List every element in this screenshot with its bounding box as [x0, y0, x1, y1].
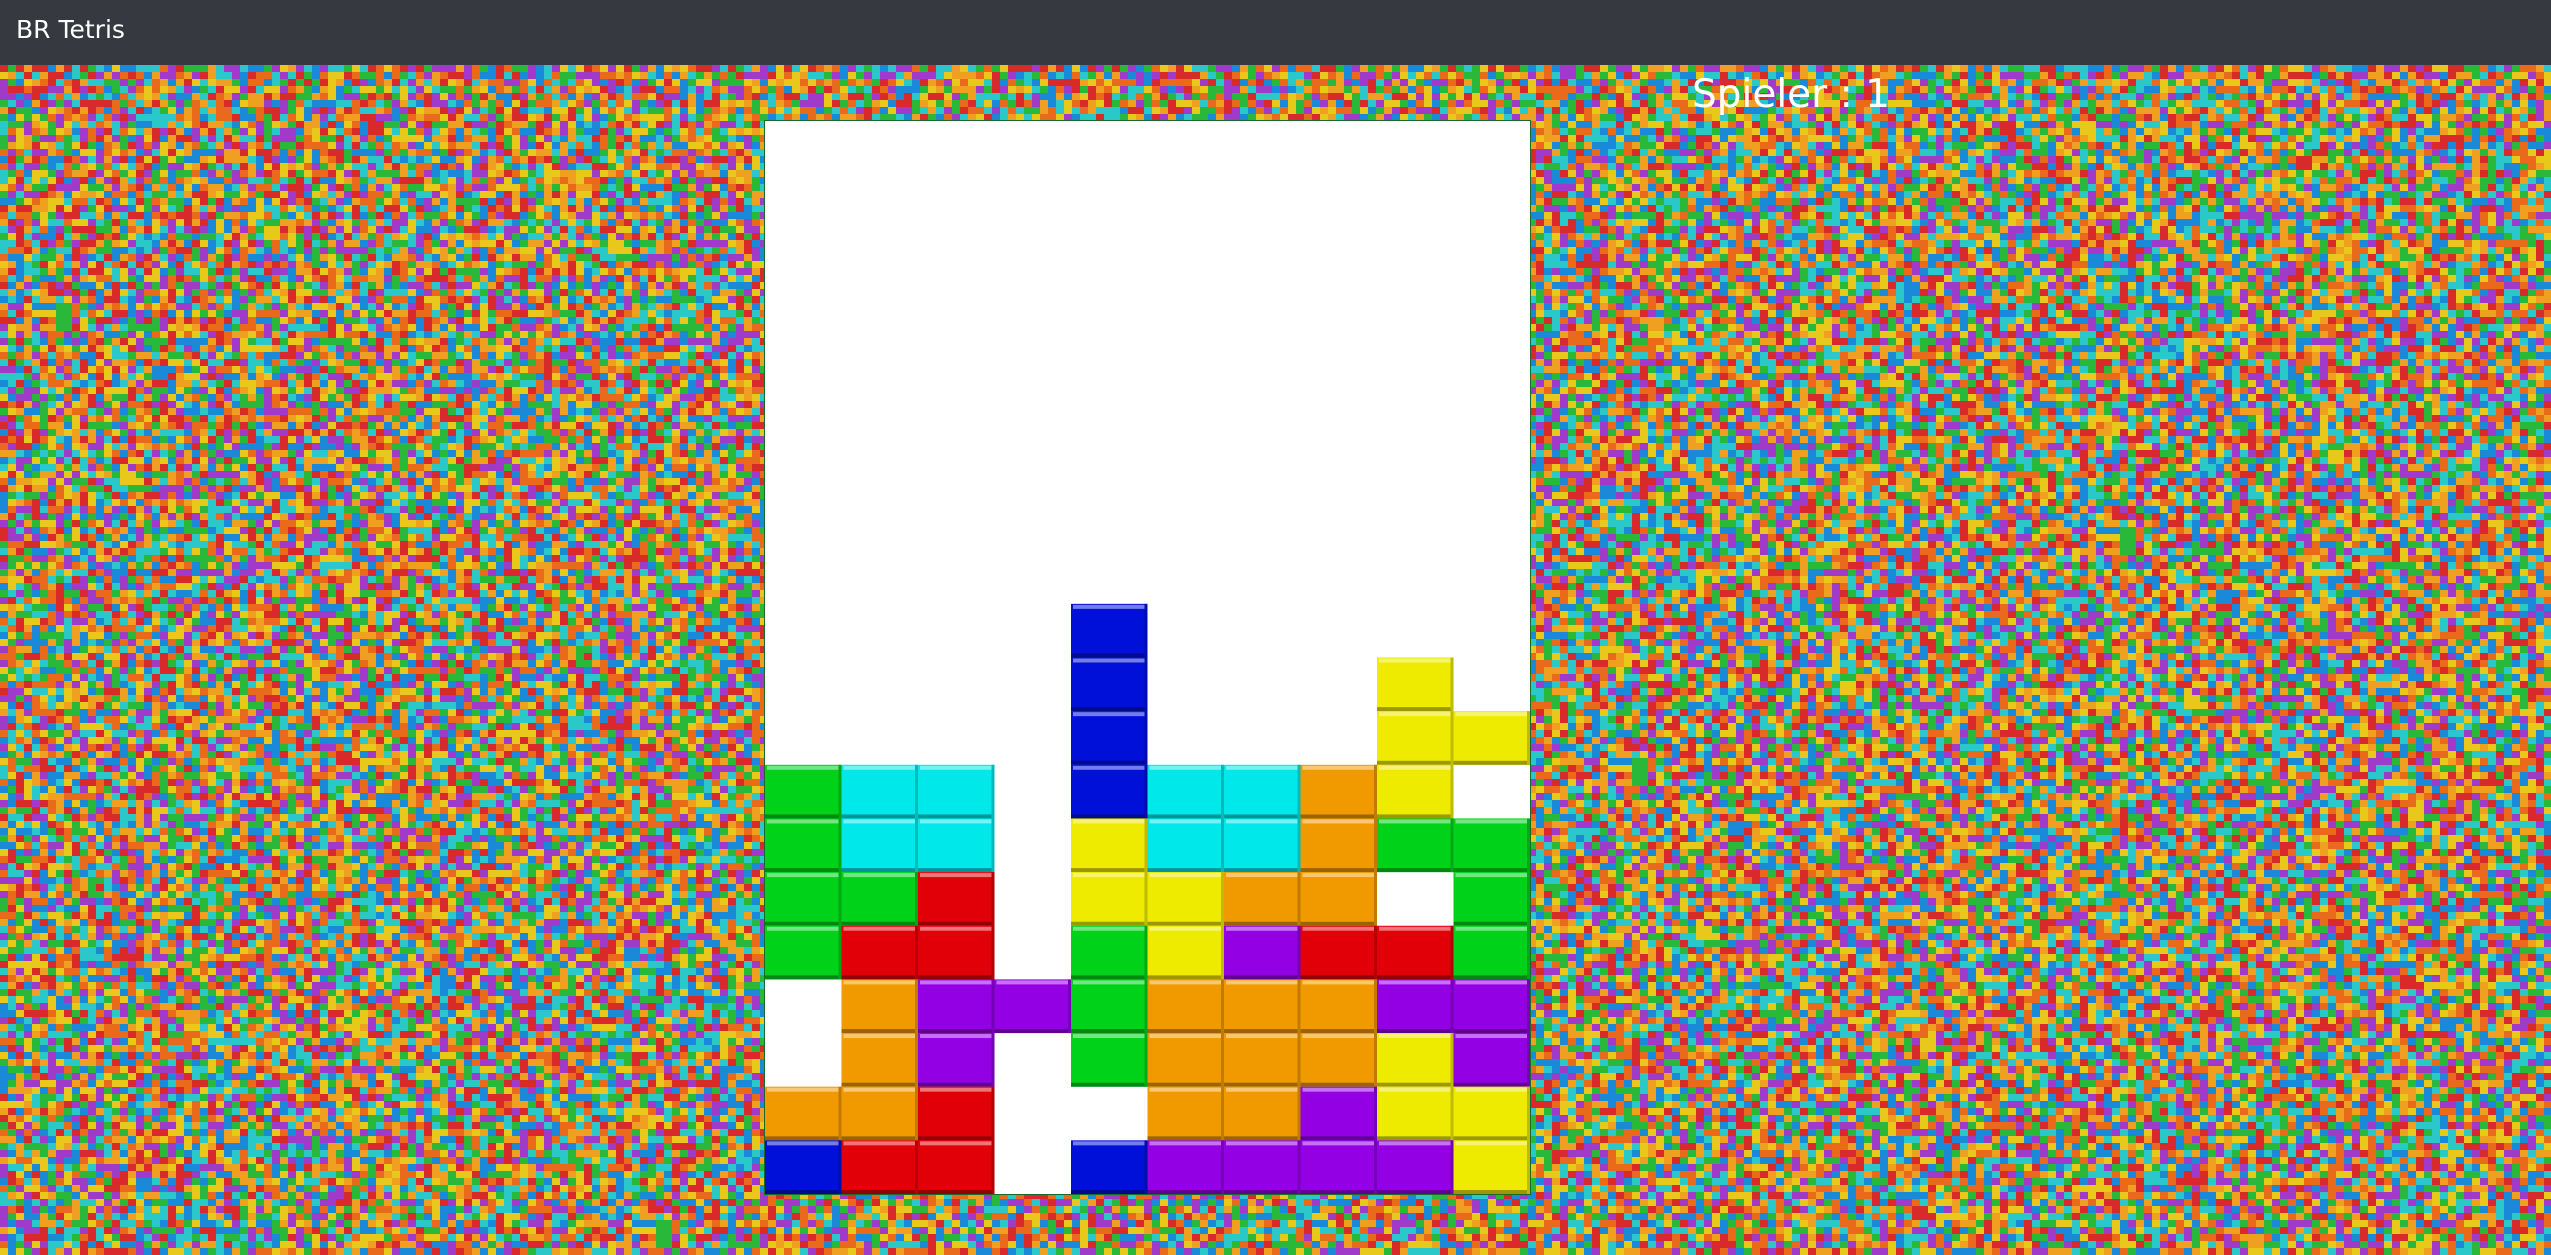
tetris-block-purple: [918, 979, 995, 1034]
tetris-block-green: [1453, 872, 1530, 926]
tetris-block-orange: [1224, 872, 1301, 926]
tetris-block-purple: [1453, 1033, 1530, 1087]
tetris-block-orange: [1300, 764, 1377, 819]
tetris-block-green: [1071, 1033, 1148, 1087]
tetris-block-orange: [1147, 1086, 1224, 1141]
tetris-block-orange: [1224, 1086, 1301, 1141]
tetris-block-yellow: [1147, 925, 1224, 980]
tetris-block-purple: [1377, 1140, 1454, 1194]
tetris-block-blue: [1071, 603, 1148, 658]
tetris-block-green: [841, 872, 918, 926]
tetris-block-blue: [1071, 764, 1148, 819]
tetris-block-yellow: [1453, 1140, 1530, 1194]
tetris-block-orange: [1300, 979, 1377, 1034]
tetris-block-purple: [918, 1033, 995, 1087]
tetris-block-cyan: [1147, 818, 1224, 873]
tetris-block-blue: [1071, 1140, 1148, 1194]
tetris-block-orange: [1147, 1033, 1224, 1087]
tetris-block-red: [1300, 925, 1377, 980]
tetris-block-yellow: [1377, 1086, 1454, 1141]
tetris-block-green: [765, 925, 842, 980]
board-grid: [765, 603, 1530, 1194]
tetris-block-orange: [841, 1033, 918, 1087]
tetris-board[interactable]: [764, 120, 1531, 1195]
app-title: BR Tetris: [16, 15, 125, 44]
tetris-block-purple: [1147, 1140, 1224, 1194]
tetris-block-red: [1377, 925, 1454, 980]
tetris-block-orange: [1224, 979, 1301, 1034]
tetris-block-orange: [1300, 818, 1377, 873]
tetris-block-cyan: [918, 818, 995, 873]
tetris-block-cyan: [918, 764, 995, 819]
tetris-block-yellow: [1377, 657, 1454, 712]
tetris-block-yellow: [1147, 872, 1224, 926]
tetris-block-yellow: [1071, 872, 1148, 926]
tetris-block-blue: [765, 1140, 842, 1194]
tetris-block-orange: [841, 1086, 918, 1141]
tetris-block-green: [1453, 925, 1530, 980]
tetris-block-orange: [765, 1086, 842, 1141]
tetris-block-purple: [1377, 979, 1454, 1034]
tetris-block-orange: [1300, 1033, 1377, 1087]
tetris-block-yellow: [1377, 764, 1454, 819]
tetris-block-purple: [1224, 925, 1301, 980]
tetris-block-red: [841, 925, 918, 980]
tetris-block-green: [1071, 979, 1148, 1034]
tetris-block-red: [918, 925, 995, 980]
tetris-block-orange: [1300, 872, 1377, 926]
tetris-block-red: [918, 1086, 995, 1141]
tetris-block-red: [918, 1140, 995, 1194]
player-indicator: Spieler : 1: [1692, 70, 1890, 120]
tetris-block-purple: [994, 979, 1071, 1034]
tetris-block-green: [765, 764, 842, 819]
tetris-block-purple: [1453, 979, 1530, 1034]
tetris-block-red: [841, 1140, 918, 1194]
tetris-block-purple: [1224, 1140, 1301, 1194]
tetris-block-cyan: [1224, 818, 1301, 873]
tetris-block-red: [918, 872, 995, 926]
tetris-block-blue: [1071, 711, 1148, 765]
tetris-block-yellow: [1453, 1086, 1530, 1141]
tetris-block-cyan: [841, 818, 918, 873]
tetris-block-green: [765, 818, 842, 873]
tetris-block-cyan: [1224, 764, 1301, 819]
tetris-block-green: [1377, 818, 1454, 873]
tetris-block-cyan: [841, 764, 918, 819]
tetris-block-yellow: [1071, 818, 1148, 873]
tetris-block-orange: [1147, 979, 1224, 1034]
title-bar: BR Tetris: [0, 0, 2551, 65]
tetris-block-yellow: [1377, 1033, 1454, 1087]
tetris-block-purple: [1300, 1140, 1377, 1194]
tetris-block-green: [1071, 925, 1148, 980]
tetris-block-orange: [1224, 1033, 1301, 1087]
tetris-block-cyan: [1147, 764, 1224, 819]
tetris-block-yellow: [1377, 711, 1454, 765]
tetris-block-purple: [1300, 1086, 1377, 1141]
tetris-block-green: [765, 872, 842, 926]
tetris-block-blue: [1071, 657, 1148, 712]
tetris-block-green: [1453, 818, 1530, 873]
tetris-block-yellow: [1453, 711, 1530, 765]
tetris-block-orange: [841, 979, 918, 1034]
